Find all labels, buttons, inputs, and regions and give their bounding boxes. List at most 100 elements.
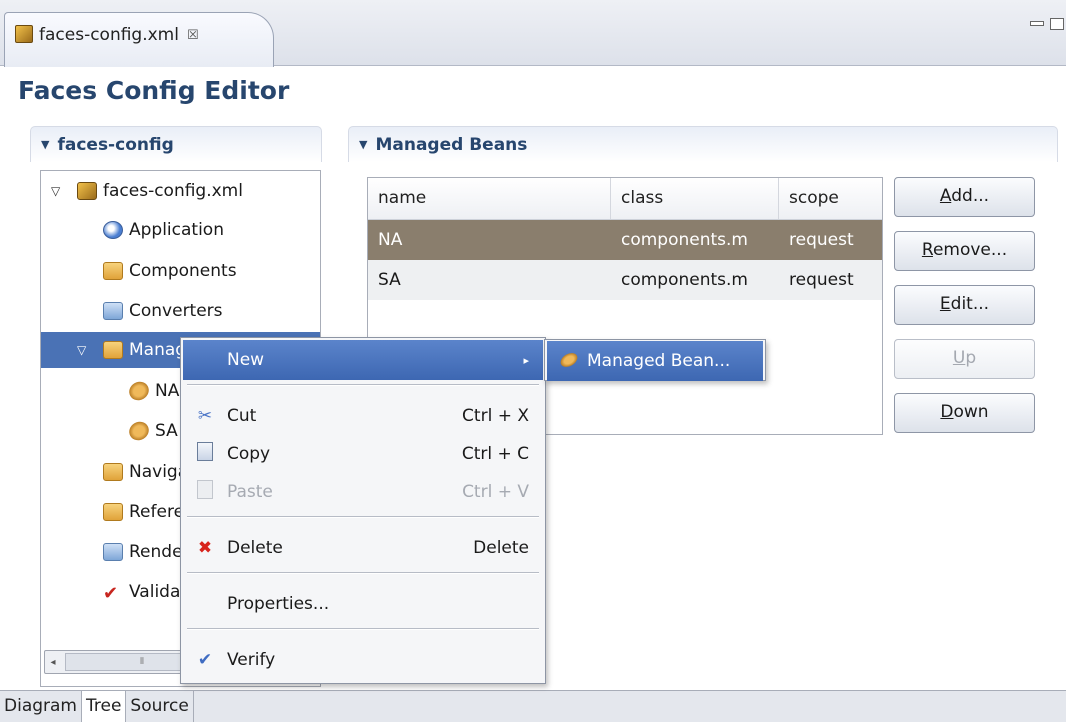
table-cell: SA xyxy=(378,270,401,290)
copy-icon xyxy=(191,442,219,466)
button-label: p xyxy=(965,348,977,368)
folder-icon xyxy=(103,543,123,561)
menu-separator xyxy=(187,516,539,518)
tree-item-components[interactable]: Components xyxy=(41,253,320,289)
maximize-icon[interactable] xyxy=(1050,18,1064,30)
menu-item-label: Delete xyxy=(227,538,283,558)
button-label: own xyxy=(953,402,989,422)
verify-icon: ✔ xyxy=(197,650,213,670)
tree-section-title: faces-config xyxy=(57,134,174,155)
edit-button[interactable]: Edit... xyxy=(894,285,1035,325)
window-controls xyxy=(1030,18,1064,30)
tree-item-label: SA xyxy=(155,421,178,441)
mnemonic: R xyxy=(921,240,933,260)
menu-item-copy[interactable]: Copy Ctrl + C xyxy=(183,434,543,474)
column-header-name[interactable]: name xyxy=(368,178,611,219)
table-cell: components.m xyxy=(621,270,748,290)
menu-item-paste[interactable]: Paste Ctrl + V xyxy=(183,472,543,512)
bean-icon xyxy=(555,350,583,371)
editor-tab-label: faces-config.xml xyxy=(39,25,179,45)
delete-icon: ✖ xyxy=(197,538,213,558)
tab-source[interactable]: Source xyxy=(126,691,194,722)
tree-item-label: NA xyxy=(155,381,180,401)
tree-item-converters[interactable]: Converters xyxy=(41,293,320,329)
tab-tree[interactable]: Tree xyxy=(82,691,127,722)
menu-item-managed-bean[interactable]: Managed Bean... xyxy=(547,341,763,381)
submenu-arrow-icon: ▸ xyxy=(523,353,529,367)
menu-item-shortcut: Ctrl + X xyxy=(462,406,529,426)
beans-section-title: Managed Beans xyxy=(375,134,528,155)
down-button[interactable]: Down xyxy=(894,393,1035,433)
scroll-left-icon[interactable]: ◂ xyxy=(45,657,61,668)
tree-item-root[interactable]: ▽ faces-config.xml xyxy=(41,173,320,209)
button-label: emove... xyxy=(932,240,1008,260)
collapse-icon[interactable]: ▼ xyxy=(359,138,367,151)
menu-separator xyxy=(187,572,539,574)
table-header: name class scope xyxy=(368,178,882,220)
checkmark-icon: ✔ xyxy=(103,583,119,604)
close-icon[interactable]: ☒ xyxy=(187,25,199,43)
mnemonic: E xyxy=(939,294,951,314)
button-label: dit... xyxy=(950,294,990,314)
menu-item-cut[interactable]: ✂ Cut Ctrl + X xyxy=(183,396,543,436)
new-submenu: Managed Bean... xyxy=(544,339,766,381)
folder-icon xyxy=(103,341,123,359)
xml-file-icon xyxy=(77,182,97,200)
table-row[interactable]: SA components.m request xyxy=(368,260,882,300)
menu-separator xyxy=(187,384,539,386)
menu-item-label: Managed Bean... xyxy=(587,351,731,371)
column-header-class[interactable]: class xyxy=(611,178,779,219)
tree-item-label: Application xyxy=(129,220,224,240)
tree-item-label: Components xyxy=(129,261,237,281)
table-cell: NA xyxy=(378,230,403,250)
table-cell: request xyxy=(789,230,854,250)
menu-item-label: Copy xyxy=(227,444,271,464)
folder-icon xyxy=(103,503,123,521)
menu-item-verify[interactable]: ✔ Verify xyxy=(183,640,543,680)
expand-arrow-icon[interactable]: ▽ xyxy=(77,343,97,357)
bean-icon xyxy=(125,418,153,444)
tree-item-label: Converters xyxy=(129,301,223,321)
tab-diagram[interactable]: Diagram xyxy=(0,691,82,722)
xml-file-icon xyxy=(15,25,33,43)
folder-icon xyxy=(103,302,123,320)
menu-item-new[interactable]: New ▸ xyxy=(183,340,543,380)
remove-button[interactable]: Remove... xyxy=(894,231,1035,271)
paste-icon xyxy=(191,480,219,504)
menu-item-properties[interactable]: Properties... xyxy=(183,584,543,624)
beans-section-header[interactable]: ▼ Managed Beans xyxy=(348,126,1058,162)
table-row[interactable]: NA components.m request xyxy=(368,220,882,260)
context-menu: New ▸ ✂ Cut Ctrl + X Copy Ctrl + C Paste… xyxy=(180,337,546,684)
menu-item-delete[interactable]: ✖ Delete Delete xyxy=(183,528,543,568)
add-button[interactable]: Add... xyxy=(894,177,1035,217)
menu-item-shortcut: Ctrl + C xyxy=(461,444,529,464)
editor-page-tabs: Diagram Tree Source xyxy=(0,690,1066,722)
button-label: dd... xyxy=(951,186,990,206)
mnemonic: A xyxy=(939,186,952,206)
bean-icon xyxy=(125,378,153,404)
minimize-icon[interactable] xyxy=(1030,21,1044,26)
expand-arrow-icon[interactable]: ▽ xyxy=(51,184,71,198)
tree-item-application[interactable]: Application xyxy=(41,212,320,248)
column-header-scope[interactable]: scope xyxy=(779,178,882,219)
scissors-icon: ✂ xyxy=(197,406,213,426)
menu-item-label: Cut xyxy=(227,406,257,426)
folder-icon xyxy=(103,262,123,280)
menu-item-label: Verify xyxy=(227,650,276,670)
menu-item-label: Properties... xyxy=(227,594,330,614)
menu-item-shortcut: Delete xyxy=(473,538,529,558)
collapse-icon[interactable]: ▼ xyxy=(41,138,49,151)
tree-section-header[interactable]: ▼ faces-config xyxy=(30,126,322,162)
application-icon xyxy=(103,221,123,239)
table-cell: request xyxy=(789,270,854,290)
menu-item-label: Paste xyxy=(227,482,273,502)
menu-item-label: New xyxy=(227,350,265,370)
folder-icon xyxy=(103,463,123,481)
editor-tab[interactable]: faces-config.xml ☒ xyxy=(4,12,274,67)
page-title: Faces Config Editor xyxy=(18,76,290,105)
editor-tab-bar: faces-config.xml ☒ xyxy=(0,0,1066,67)
menu-separator xyxy=(187,628,539,630)
table-cell: components.m xyxy=(621,230,748,250)
up-button[interactable]: Up xyxy=(894,339,1035,379)
tree-item-label: faces-config.xml xyxy=(103,181,243,201)
